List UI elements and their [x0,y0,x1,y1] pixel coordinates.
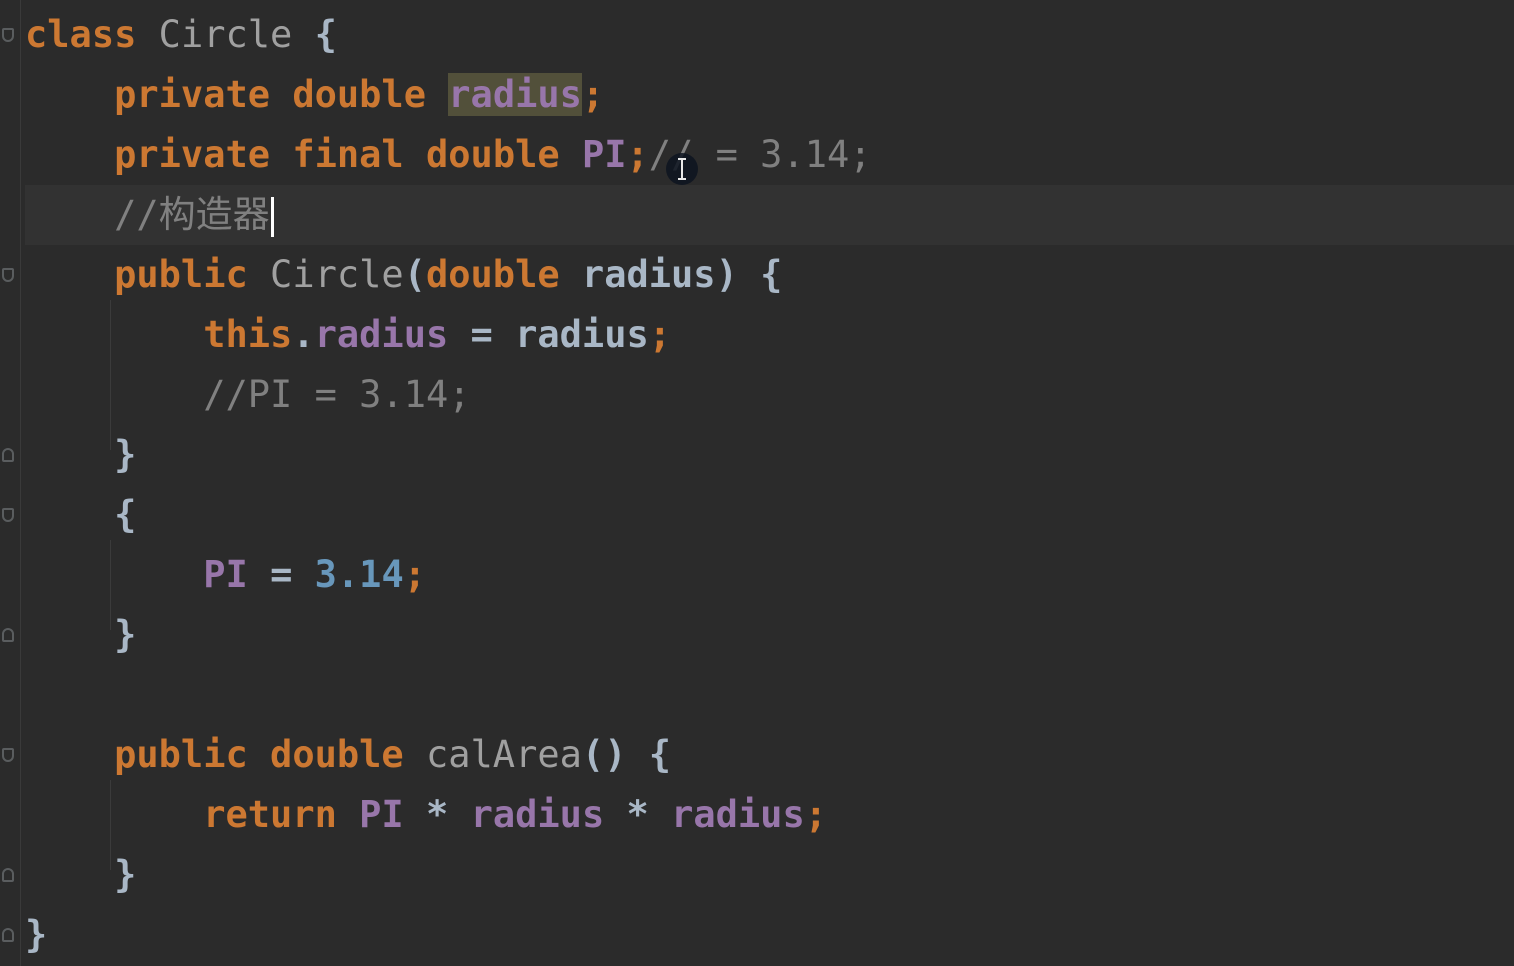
semicolon: ; [403,553,427,596]
method-name: calArea [425,733,582,776]
code-line-10[interactable]: PI = 3.14; [25,545,1514,605]
code-line-5[interactable]: public Circle(double radius) { [25,245,1514,305]
field-radius: radius [314,313,449,356]
text-caret [270,196,274,237]
fold-marker-icon[interactable] [2,628,14,642]
gutter[interactable] [0,0,21,966]
field-pi: PI [581,133,627,176]
semicolon: ; [626,133,649,176]
class-name: Circle [158,13,293,56]
code-line-6[interactable]: this.radius = radius; [25,305,1514,365]
paren: ) [715,253,738,296]
code-line-2[interactable]: private double radius; [25,65,1514,125]
code-line-11[interactable]: } [25,605,1514,665]
keyword: double [292,73,426,116]
code-line-13[interactable]: public double calArea() { [25,725,1514,785]
number-literal: 3.14 [314,553,404,596]
dot: . [292,313,315,356]
semicolon: ; [648,313,672,356]
fold-marker-icon[interactable] [2,448,14,462]
brace: { [648,733,672,776]
brace: { [760,253,783,296]
field-radius: radius [470,793,605,836]
brace: { [314,13,337,56]
operator: = [270,553,293,596]
field-radius-highlighted: radius [448,73,582,116]
operator: = [470,313,493,356]
brace: } [25,913,48,956]
brace: } [114,853,137,896]
fold-marker-icon[interactable] [2,868,14,882]
code-line-14[interactable]: return PI * radius * radius; [25,785,1514,845]
keyword: this [203,313,293,356]
field-radius: radius [671,793,805,836]
keyword: private [114,133,271,176]
parameter: radius [581,253,716,296]
code-line-3[interactable]: private final double PI;// = 3.14; [25,125,1514,185]
fold-marker-icon[interactable] [2,928,14,942]
fold-marker-icon[interactable] [2,28,14,42]
code-line-4-current[interactable]: //构造器 [25,185,1514,245]
paren: ( [403,253,426,296]
field-pi: PI [203,553,248,596]
fold-marker-icon[interactable] [2,748,14,762]
brace: { [114,493,137,536]
semicolon: ; [581,73,605,116]
brace: } [114,613,137,656]
constructor-name: Circle [270,253,404,296]
text-cursor-ibeam-icon [666,153,698,185]
code-line-12[interactable] [25,665,1514,725]
code-editor[interactable]: class Circle { private double radius; pr… [0,0,1514,966]
code-line-8[interactable]: } [25,425,1514,485]
keyword: double [270,733,404,776]
code-line-1[interactable]: class Circle { [25,5,1514,65]
operator: * [426,793,449,836]
field-pi: PI [359,793,404,836]
code-line-9[interactable]: { [25,485,1514,545]
keyword: public [114,253,248,296]
parameter: radius [515,313,649,356]
code-line-16[interactable]: } [25,905,1514,965]
line-comment: //构造器 [114,193,270,236]
keyword: private [114,73,271,116]
brace: } [114,433,137,476]
line-comment: //PI = 3.14; [203,373,471,416]
keyword: public [114,733,248,776]
fold-marker-icon[interactable] [2,508,14,522]
keyword: double [426,133,560,176]
operator: * [626,793,649,836]
fold-marker-icon[interactable] [2,268,14,282]
parens: () [581,733,627,776]
keyword: return [203,793,337,836]
code-line-15[interactable]: } [25,845,1514,905]
keyword: class [25,13,137,56]
keyword: double [425,253,560,296]
keyword: final [292,133,404,176]
code-line-7[interactable]: //PI = 3.14; [25,365,1514,425]
semicolon: ; [804,793,827,836]
